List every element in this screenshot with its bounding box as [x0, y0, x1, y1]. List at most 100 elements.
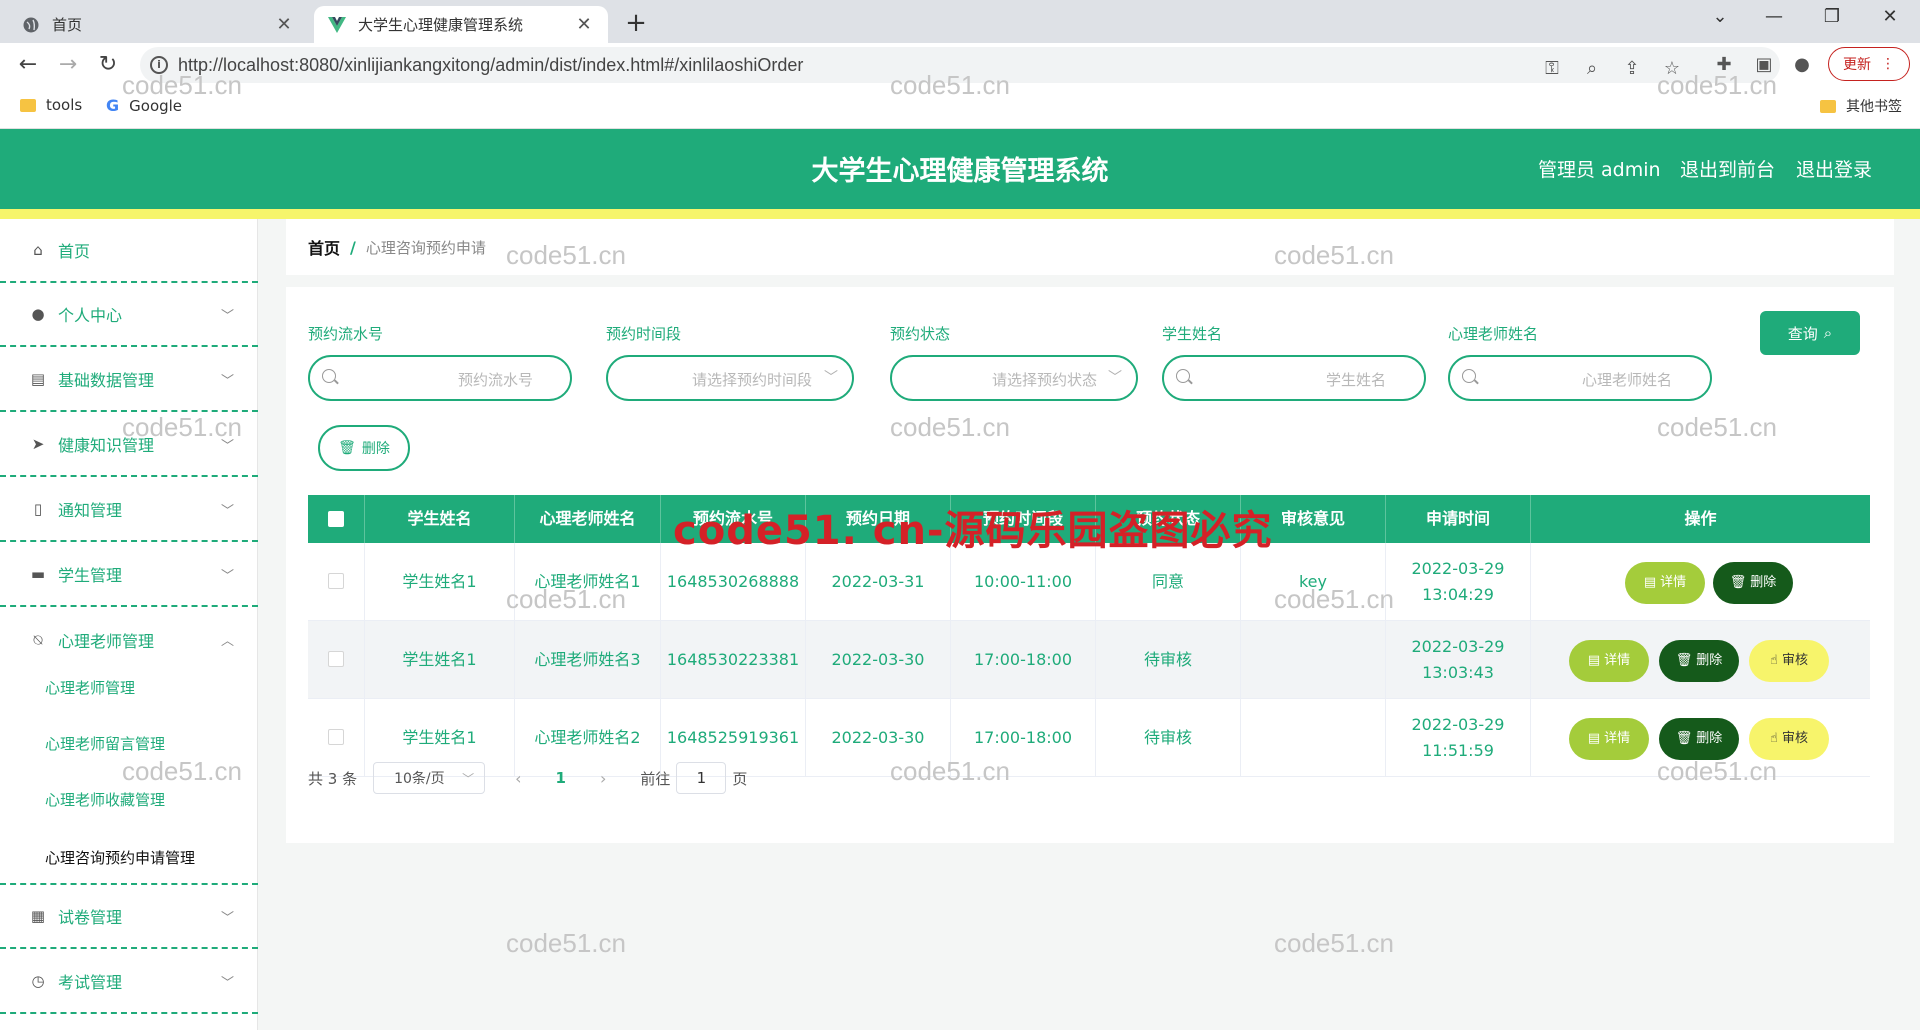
window-close-icon[interactable]: ✕ [1870, 6, 1910, 27]
page-number-current[interactable]: 1 [556, 769, 566, 787]
sidebar-item-label: 考试管理 [58, 973, 123, 992]
chevron-down-icon: ﹀ [220, 976, 234, 991]
close-icon[interactable]: ✕ [574, 14, 594, 35]
detail-button[interactable]: ▤ 详情 [1569, 718, 1649, 760]
other-bookmarks[interactable]: 其他书签 [1820, 96, 1902, 116]
col-opinion: 审核意见 [1241, 495, 1386, 543]
maximize-icon[interactable]: ❐ [1812, 6, 1852, 27]
sidebar-item-papers[interactable]: ▦ 试卷管理 ﹀ [0, 885, 258, 949]
delete-label: 删除 [1750, 575, 1777, 590]
col-applied: 申请时间 [1386, 495, 1531, 543]
sidebar-item-profile[interactable]: ● 个人中心 ﹀ [0, 283, 258, 347]
col-status: 预约状态 [1096, 495, 1241, 543]
breadcrumb-home[interactable]: 首页 [308, 235, 340, 259]
browser-tab-app[interactable]: 大学生心理健康管理系统 ✕ [314, 6, 608, 43]
forward-icon[interactable]: → [54, 52, 82, 78]
serial-placeholder: 预约流水号 [458, 371, 534, 389]
cell-applied: 2022-03-29 11:51:59 [1386, 699, 1531, 777]
logout-link[interactable]: 退出登录 [1796, 155, 1872, 182]
cell-slot: 10:00-11:00 [951, 543, 1096, 621]
teacher-name-input[interactable]: 心理老师姓名 [1448, 355, 1712, 401]
sidebar-subitem-teacher-favorites[interactable]: 心理老师收藏管理 [45, 789, 165, 810]
extensions-icon[interactable]: ✚ [1712, 53, 1736, 77]
cell-status: 同意 [1096, 543, 1241, 621]
cell-student: 学生姓名1 [365, 543, 515, 621]
thumbs-up-icon: ☝ [1770, 731, 1778, 746]
row-delete-button[interactable]: 🗑 删除 [1659, 640, 1739, 682]
bookmark-tools[interactable]: tools [20, 96, 82, 114]
sidebar-item-students[interactable]: ▬ 学生管理 ﹀ [0, 543, 258, 607]
next-page-icon[interactable]: › [600, 769, 606, 788]
row-checkbox[interactable] [328, 651, 344, 667]
key-icon[interactable]: ⚿ [1540, 57, 1564, 81]
goto-page-input[interactable]: 1 [676, 762, 727, 794]
sidebar-item-notice[interactable]: ▯ 通知管理 ﹀ [0, 478, 258, 542]
student-name-input[interactable]: 学生姓名 [1162, 355, 1426, 401]
row-delete-button[interactable]: 🗑 删除 [1659, 718, 1739, 760]
chevron-down-icon: ﹀ [824, 370, 838, 386]
audit-button[interactable]: ☝ 审核 [1749, 640, 1829, 682]
zoom-icon[interactable]: ⌕ [1580, 57, 1604, 81]
google-icon: G [106, 96, 120, 115]
sidebar-item-label: 基础数据管理 [58, 371, 155, 390]
profile-icon[interactable]: ● [1790, 53, 1814, 77]
sidebar-subitem-appointments[interactable]: 心理咨询预约申请管理 [45, 847, 195, 868]
tab-title: 大学生心理健康管理系统 [358, 16, 524, 34]
reload-icon[interactable]: ↻ [94, 52, 122, 78]
sidepanel-icon[interactable]: ▣ [1752, 53, 1776, 77]
back-icon[interactable]: ← [14, 52, 42, 78]
address-bar[interactable]: i http://localhost:8080/xinlijiankangxit… [140, 47, 1780, 83]
bookmarks-bar: tools G Google 其他书签 [0, 86, 1920, 129]
timeslot-select[interactable]: 请选择预约时间段 ﹀ [606, 355, 854, 401]
sidebar-subitem-teacher-manage[interactable]: 心理老师管理 [45, 677, 135, 698]
chevron-up-icon: ︿ [220, 634, 234, 649]
sidebar-item-label: 个人中心 [58, 306, 123, 325]
chevron-down-icon: ﹀ [220, 374, 234, 389]
prev-page-icon[interactable]: ‹ [515, 769, 521, 788]
bell-off-icon: ⍉ [33, 631, 43, 649]
sidebar-item-basic-data[interactable]: ▤ 基础数据管理 ﹀ [0, 348, 258, 412]
audit-button[interactable]: ☝ 审核 [1749, 718, 1829, 760]
status-select[interactable]: 请选择预约状态 ﹀ [890, 355, 1138, 401]
app-header: 大学生心理健康管理系统 管理员 admin 退出到前台 退出登录 [0, 129, 1920, 209]
tab-search-icon[interactable]: ⌄ [1700, 6, 1740, 27]
query-button[interactable]: 查询 ⌕ [1760, 311, 1860, 355]
cell-actions: ▤ 详情 🗑 删除 ☝ 审核 [1531, 621, 1870, 699]
sidebar-subitem-teacher-messages[interactable]: 心理老师留言管理 [45, 733, 165, 754]
row-checkbox[interactable] [328, 729, 344, 745]
detail-label: 详情 [1660, 575, 1687, 590]
goto-suffix: 页 [732, 769, 748, 788]
url-text[interactable]: http://localhost:8080/xinlijiankangxiton… [178, 55, 803, 76]
detail-label: 详情 [1604, 731, 1631, 746]
breadcrumb: 首页 / 心理咨询预约申请 [286, 219, 1894, 275]
sidebar-item-teachers[interactable]: ⍉ 心理老师管理 ︿ [0, 608, 258, 672]
new-tab-button[interactable]: + [622, 8, 650, 38]
detail-button[interactable]: ▤ 详情 [1625, 562, 1705, 604]
star-icon[interactable]: ☆ [1660, 57, 1684, 81]
share-icon[interactable]: ⇪ [1620, 57, 1644, 81]
minimize-icon[interactable]: — [1754, 6, 1794, 27]
select-all-checkbox[interactable] [328, 511, 344, 527]
phone-icon: ▯ [33, 500, 43, 518]
page-size-select[interactable]: 10条/页 ﹀ [373, 762, 486, 794]
to-front-link[interactable]: 退出到前台 [1680, 155, 1775, 182]
serial-input[interactable]: 预约流水号 [308, 355, 572, 401]
bookmark-google[interactable]: G Google [106, 96, 182, 115]
sidebar-item-knowledge[interactable]: ➤ 健康知识管理 ﹀ [0, 413, 258, 477]
update-button[interactable]: 更新 ⋮ [1828, 47, 1910, 81]
browser-tab-home[interactable]: 首页 ✕ [8, 6, 308, 43]
row-delete-button[interactable]: 🗑 删除 [1713, 562, 1793, 604]
sidebar-item-home[interactable]: ⌂ 首页 [0, 219, 258, 283]
user-icon: ● [31, 305, 45, 323]
row-checkbox[interactable] [328, 573, 344, 589]
goto-prefix: 前往 [640, 769, 671, 788]
site-info-icon[interactable]: i [150, 56, 168, 74]
close-icon[interactable]: ✕ [274, 14, 294, 35]
chevron-down-icon: ﹀ [220, 439, 234, 454]
detail-button[interactable]: ▤ 详情 [1569, 640, 1649, 682]
audit-label: 审核 [1781, 653, 1808, 668]
batch-delete-button[interactable]: 🗑 删除 [318, 425, 410, 471]
search-icon [1176, 369, 1190, 383]
sidebar-item-exams[interactable]: ◷ 考试管理 ﹀ [0, 950, 258, 1014]
sidebar-item-label: 心理老师管理 [58, 632, 155, 651]
